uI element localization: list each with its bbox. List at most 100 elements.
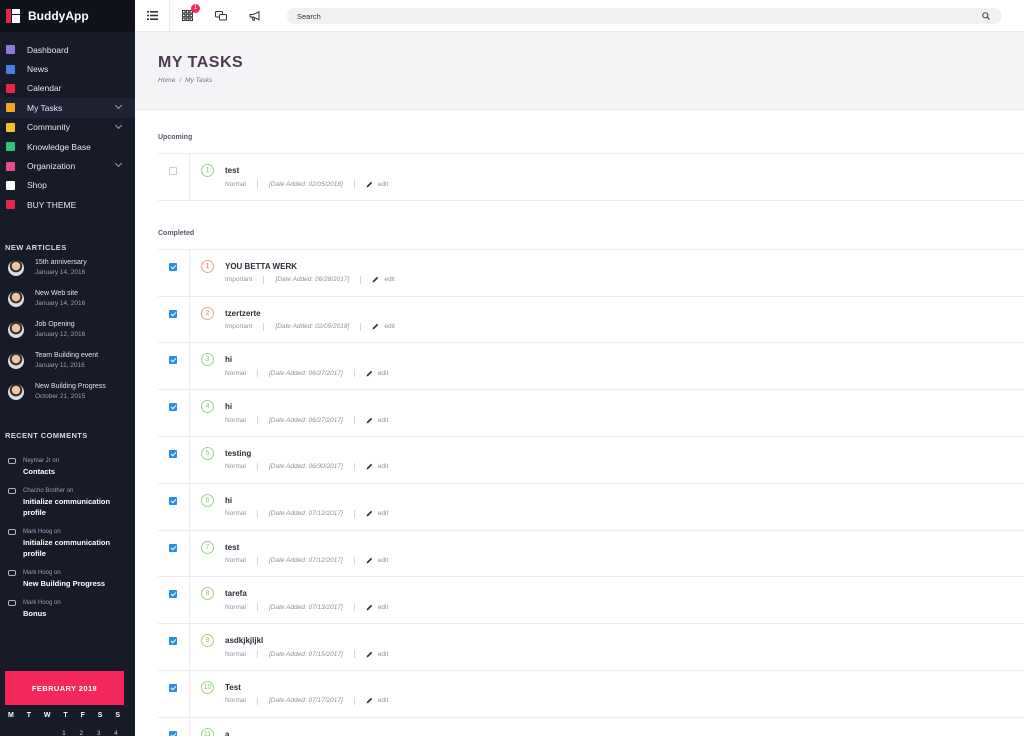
search-bar[interactable]: [287, 8, 1002, 24]
comment-item[interactable]: Neymar Jr on Contacts: [0, 456, 135, 477]
sidebar-item-buy-theme[interactable]: BUY THEME: [0, 195, 135, 214]
task-title[interactable]: Test: [225, 683, 241, 692]
article-title[interactable]: 15th anniversary: [35, 258, 87, 268]
tasks-icon: [6, 103, 15, 113]
task-title[interactable]: testing: [225, 449, 251, 458]
row-divider: [189, 249, 190, 296]
article-item[interactable]: New Building Progress October 21, 2015: [0, 382, 135, 413]
task-title[interactable]: hi: [225, 355, 232, 364]
sidebar-item-news[interactable]: News: [0, 59, 135, 78]
task-checkbox[interactable]: [169, 262, 177, 271]
article-item[interactable]: New Web site January 14, 2016: [0, 289, 135, 320]
meta-divider: [256, 369, 258, 378]
task-checkbox[interactable]: [169, 403, 177, 412]
breadcrumb-home-link[interactable]: Home: [158, 77, 175, 84]
task-checkbox[interactable]: [169, 543, 177, 552]
calendar-day: [43, 730, 51, 736]
comment-author: Mark Hoog: [23, 600, 53, 607]
edit-task-link[interactable]: edit: [366, 651, 388, 658]
task-checkbox[interactable]: [169, 496, 177, 505]
comment-title[interactable]: Initialize communication profile: [23, 537, 123, 559]
calendar-day[interactable]: 1: [60, 730, 68, 736]
calendar-day[interactable]: 4: [112, 730, 120, 736]
search-icon[interactable]: [982, 12, 990, 20]
sidebar-item-dashboard[interactable]: Dashboard: [0, 40, 135, 59]
article-title[interactable]: Team Building event: [35, 351, 98, 361]
apps-button[interactable]: 1: [170, 0, 204, 32]
edit-task-link[interactable]: edit: [372, 276, 395, 283]
task-priority: Normal: [225, 369, 246, 377]
article-item[interactable]: Team Building event January 11, 2016: [0, 351, 135, 382]
comment-item[interactable]: Mark Hoog on Initialize communication pro…: [0, 527, 135, 559]
comment-title[interactable]: Initialize communication profile: [23, 496, 123, 518]
meta-divider: [353, 603, 355, 612]
dashboard-icon: [6, 45, 15, 55]
calendar-month[interactable]: FEBRUARY 2018: [5, 671, 124, 705]
task-title[interactable]: hi: [225, 496, 232, 505]
task-checkbox[interactable]: [169, 309, 177, 318]
chevron-down-icon[interactable]: [114, 160, 123, 168]
comment-item[interactable]: Mark Hoog on New Building Progress: [0, 568, 135, 589]
completed-task-list: 1 YOU BETTA WERK Important [Date Added: 06/…: [135, 248, 1024, 736]
task-checkbox[interactable]: [169, 730, 177, 736]
comment-item[interactable]: Mark Hoog on Bonus: [0, 598, 135, 619]
messages-button[interactable]: [204, 0, 238, 32]
edit-task-link[interactable]: edit: [366, 370, 388, 377]
edit-task-link[interactable]: edit: [366, 510, 388, 517]
article-title[interactable]: New Building Progress: [35, 382, 106, 392]
sidebar-item-community[interactable]: Community: [0, 118, 135, 137]
edit-task-link[interactable]: edit: [366, 463, 388, 470]
task-priority: Normal: [225, 557, 246, 565]
menu-toggle-button[interactable]: [135, 0, 169, 32]
comment-title[interactable]: Contacts: [23, 466, 59, 477]
comment-title[interactable]: Bonus: [23, 608, 61, 619]
task-number-badge: 1: [201, 164, 214, 177]
sidebar-item-shop[interactable]: Shop: [0, 176, 135, 195]
article-item[interactable]: Job Opening January 12, 2016: [0, 320, 135, 351]
comment-author: Mark Hoog: [23, 529, 53, 536]
row-divider: [189, 483, 190, 530]
announcements-button[interactable]: [238, 0, 272, 32]
article-title[interactable]: New Web site: [35, 289, 85, 299]
search-input[interactable]: [297, 11, 957, 21]
task-checkbox[interactable]: [169, 590, 177, 599]
task-priority: Normal: [225, 697, 246, 705]
chevron-down-icon[interactable]: [114, 121, 123, 129]
calendar-day[interactable]: 3: [95, 730, 103, 736]
task-checkbox[interactable]: [169, 637, 177, 646]
task-title[interactable]: tzertzerte: [225, 309, 261, 318]
comment-item[interactable]: Chacho Brother on Initialize communicatio…: [0, 486, 135, 518]
edit-task-link[interactable]: edit: [366, 697, 388, 704]
article-title[interactable]: Job Opening: [35, 320, 85, 330]
sidebar-item-organization[interactable]: Organization: [0, 156, 135, 175]
task-title[interactable]: test: [225, 166, 239, 175]
comment-title[interactable]: New Building Progress: [23, 578, 105, 589]
task-checkbox[interactable]: [169, 356, 177, 365]
edit-task-link[interactable]: edit: [366, 557, 388, 564]
meta-divider: [353, 696, 355, 705]
task-title[interactable]: test: [225, 543, 239, 552]
edit-task-link[interactable]: edit: [372, 323, 395, 330]
edit-task-link[interactable]: edit: [366, 417, 388, 424]
comment-on: on: [54, 600, 61, 607]
edit-task-link[interactable]: edit: [366, 604, 388, 611]
author-avatar: [8, 384, 24, 401]
edit-task-link[interactable]: edit: [366, 181, 388, 188]
task-title[interactable]: a: [225, 730, 229, 736]
chevron-down-icon[interactable]: [114, 102, 123, 110]
brand[interactable]: BuddyApp: [0, 0, 135, 32]
task-checkbox[interactable]: [169, 449, 177, 458]
task-checkbox[interactable]: [169, 683, 177, 692]
task-title[interactable]: YOU BETTA WERK: [225, 262, 297, 271]
sidebar-item-knowledge-base[interactable]: Knowledge Base: [0, 137, 135, 156]
task-row: 2 tzertzerte Important [Date Added: 02/05/2…: [158, 295, 1024, 343]
sidebar-item-calendar[interactable]: Calendar: [0, 79, 135, 98]
task-checkbox[interactable]: [169, 167, 177, 175]
calendar-day[interactable]: 2: [77, 730, 85, 736]
task-title[interactable]: hi: [225, 402, 232, 411]
task-title[interactable]: tarefa: [225, 589, 247, 598]
task-title[interactable]: asdkjkjljkl: [225, 636, 263, 645]
author-avatar: [8, 321, 24, 338]
article-item[interactable]: 15th anniversary January 14, 2016: [0, 258, 135, 289]
sidebar-item-my-tasks[interactable]: My Tasks: [0, 98, 135, 118]
